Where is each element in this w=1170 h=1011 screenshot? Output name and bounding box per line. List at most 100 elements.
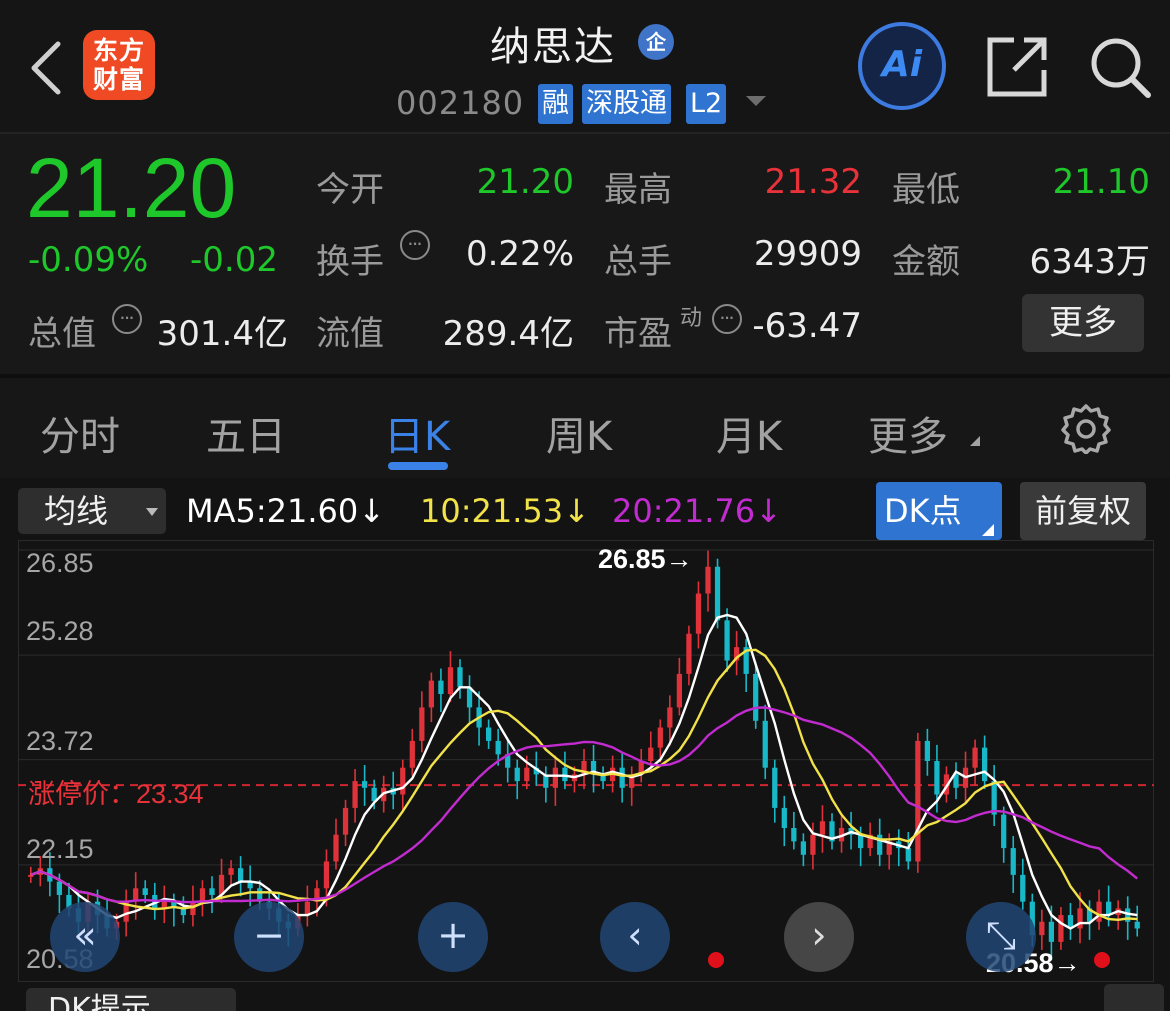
candle-body — [199, 888, 206, 902]
candle-body — [915, 740, 921, 862]
turnover-value: 0.22% — [465, 234, 574, 274]
app-logo: 东方 财富 — [83, 30, 155, 100]
candle-body — [1020, 874, 1026, 902]
candle-body — [667, 707, 673, 728]
candle-body — [428, 680, 435, 708]
pe-value: -63.47 — [752, 306, 862, 346]
candle-body — [857, 834, 864, 849]
candle-body — [419, 707, 425, 741]
more-quote-button[interactable]: 更多 — [1022, 294, 1144, 352]
current-price: 21.20 — [26, 141, 237, 235]
tab-monthly-k[interactable]: 月K — [716, 404, 782, 462]
candle-body — [934, 761, 940, 795]
search-icon[interactable] — [1086, 34, 1154, 100]
candle-body — [1134, 921, 1140, 929]
pe-dynamic-sup: 动 — [680, 306, 703, 331]
low-label: 最低 — [892, 170, 960, 210]
candle-body — [657, 727, 663, 748]
candle-body — [1048, 921, 1055, 942]
candle-body — [619, 767, 625, 788]
candle-body — [781, 807, 787, 828]
kline-chart[interactable]: 26.85 25.28 23.72 22.15 20.58 涨停价：23.34 … — [18, 540, 1154, 982]
jump-first-button[interactable]: « — [50, 902, 120, 972]
candle-body — [724, 620, 730, 661]
back-icon[interactable] — [26, 38, 66, 98]
indicator-select[interactable]: 均线 — [18, 488, 166, 534]
y-tick-label: 25.28 — [26, 616, 94, 646]
logo-line-2: 财富 — [92, 65, 145, 94]
fullscreen-button[interactable]: ⤡ — [966, 902, 1036, 972]
margin-tag: 融 — [538, 84, 573, 124]
candle-body — [552, 767, 559, 788]
candle-body — [714, 566, 721, 621]
info-icon[interactable]: ··· — [400, 230, 430, 260]
candle-body — [753, 673, 759, 721]
logo-line-1: 东方 — [92, 36, 145, 65]
candle-body — [524, 767, 530, 782]
candle-body — [237, 868, 244, 882]
ma20-readout: 20:21.76↓ — [612, 492, 782, 530]
volume-label: 总手 — [604, 242, 672, 282]
candle-body — [457, 667, 463, 688]
amount-label: 金额 — [892, 242, 960, 282]
ai-assistant-button[interactable]: Ai — [858, 22, 946, 110]
candle-body — [447, 667, 454, 695]
float-cap-label: 流值 — [316, 314, 384, 354]
ma5-readout: MA5:21.60↓ — [186, 492, 386, 530]
candle-body — [209, 888, 215, 895]
stock-code[interactable]: 002180 — [396, 84, 524, 122]
candle-body — [648, 747, 654, 762]
tab-weekly-k[interactable]: 周K — [546, 404, 612, 462]
limit-up-label: 涨停价：23.34 — [28, 779, 204, 809]
info-icon[interactable]: ··· — [712, 304, 742, 334]
candle-body — [772, 767, 778, 808]
max-price-marker: 26.85→ — [598, 544, 693, 574]
top-header: 东方 财富 纳思达 企 002180 融 深股通 L2 Ai — [0, 0, 1170, 132]
candle-body — [485, 727, 492, 741]
scroll-right-button[interactable]: › — [784, 902, 854, 972]
chevron-down-icon[interactable] — [746, 96, 766, 106]
high-value: 21.32 — [764, 162, 862, 202]
mktcap-label: 总值 — [28, 314, 96, 354]
candle-body — [991, 781, 997, 815]
corner-arrow-icon — [970, 436, 980, 446]
low-value: 21.10 — [1052, 162, 1150, 202]
adjust-mode-button[interactable]: 前复权 — [1020, 482, 1146, 540]
share-icon[interactable] — [984, 34, 1050, 100]
candle-body — [762, 720, 768, 768]
zoom-in-button[interactable]: + — [418, 902, 488, 972]
last-price-dot — [1094, 952, 1110, 968]
candle-body — [791, 827, 797, 842]
active-tab-indicator — [388, 462, 448, 470]
current-position-dot — [708, 952, 724, 968]
info-icon[interactable]: ··· — [112, 304, 142, 334]
candle-body — [495, 740, 501, 755]
dropdown-arrow-icon — [146, 508, 158, 516]
candle-body — [686, 633, 692, 674]
candle-body — [676, 673, 683, 708]
tab-five-day[interactable]: 五日 — [206, 404, 286, 462]
edit-icon[interactable] — [1104, 984, 1164, 1011]
tab-intraday[interactable]: 分时 — [40, 404, 120, 462]
candle-body — [56, 881, 63, 895]
period-tabs: 分时 五日 日K 周K 月K 更多 — [0, 378, 1170, 478]
candle-body — [800, 841, 807, 855]
candle-body — [810, 834, 816, 855]
scroll-left-button[interactable]: ‹ — [600, 902, 670, 972]
mktcap-value: 301.4亿 — [156, 314, 288, 354]
candle-body — [142, 888, 148, 895]
y-tick-label: 22.15 — [26, 834, 94, 864]
high-label: 最高 — [604, 170, 672, 210]
open-value: 21.20 — [476, 162, 574, 202]
tab-daily-k[interactable]: 日K — [384, 404, 450, 462]
y-tick-label: 23.72 — [26, 726, 94, 756]
gear-icon[interactable] — [1060, 402, 1112, 454]
tab-more[interactable]: 更多 — [868, 404, 948, 462]
candle-body — [924, 740, 931, 762]
candle-body — [409, 740, 415, 768]
candle-body — [361, 781, 368, 788]
change-percent: -0.09% — [28, 240, 149, 280]
dk-hint-select[interactable]: DK提示 — [26, 988, 236, 1011]
zoom-out-button[interactable]: − — [234, 902, 304, 972]
enterprise-badge: 企 — [638, 24, 674, 60]
